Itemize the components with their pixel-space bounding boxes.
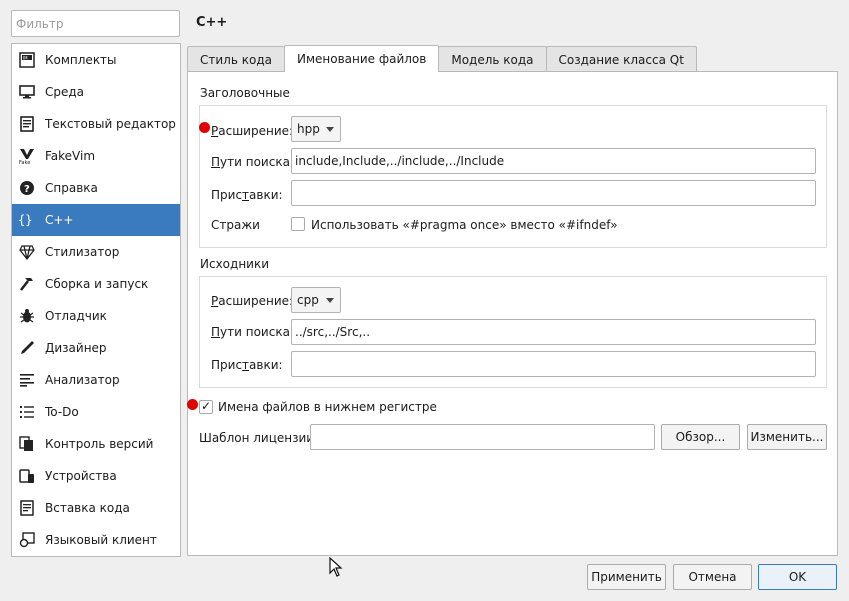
sidebar-item-label: Справка — [45, 181, 98, 195]
sidebar-item-label: Языковый клиент — [45, 533, 157, 547]
sources-extension-label: Расширение: — [211, 294, 294, 308]
svg-text:?: ? — [24, 184, 30, 195]
sidebar-item-debugger[interactable]: Отладчик — [12, 300, 180, 332]
sidebar-item-help[interactable]: ? Справка — [12, 172, 180, 204]
kits-icon: IM — [18, 51, 36, 69]
svg-text:Fake: Fake — [19, 160, 30, 165]
headers-guards-label: Стражи — [211, 218, 260, 232]
sidebar-item-build-run[interactable]: Сборка и запуск — [12, 268, 180, 300]
ok-button[interactable]: OK — [758, 564, 837, 590]
text-editor-icon — [18, 115, 36, 133]
sidebar-item-analyzer[interactable]: Анализатор — [12, 364, 180, 396]
sidebar-item-label: Дизайнер — [45, 341, 107, 355]
sidebar-item-fakevim[interactable]: Fake FakeVim — [12, 140, 180, 172]
chevron-down-icon — [326, 127, 334, 132]
language-client-icon — [18, 531, 36, 549]
devices-icon — [18, 467, 36, 485]
checkmark-icon: ✓ — [201, 399, 212, 413]
sidebar-item-label: Сборка и запуск — [45, 277, 149, 291]
page-title: C++ — [196, 15, 228, 30]
sidebar-item-language-client[interactable]: Языковый клиент — [12, 524, 180, 556]
headers-extension-combo[interactable]: hpp — [291, 116, 341, 142]
sources-prefixes-label: Приставки: — [211, 358, 283, 372]
file-naming-panel: Заголовочные Расширение: hpp Пути поиска… — [187, 71, 838, 556]
hammer-icon — [18, 275, 36, 293]
diamond-icon — [18, 243, 36, 261]
red-marker-dot — [199, 122, 210, 133]
sidebar-item-snippets[interactable]: Вставка кода — [12, 492, 180, 524]
headers-group: Расширение: hpp Пути поиска: Приставки: … — [199, 105, 827, 248]
snippet-icon — [18, 499, 36, 517]
sidebar-item-label: Устройства — [45, 469, 117, 483]
browse-button[interactable]: Обзор... — [661, 424, 740, 450]
filter-input[interactable] — [11, 10, 180, 37]
cancel-button[interactable]: Отмена — [673, 564, 752, 590]
license-template-label: Шаблон лицензии: — [199, 431, 319, 445]
sidebar-item-version-control[interactable]: Контроль версий — [12, 428, 180, 460]
sidebar-item-text-editor[interactable]: Текстовый редактор — [12, 108, 180, 140]
apply-button[interactable]: Применить — [587, 564, 666, 590]
sidebar-item-label: Контроль версий — [45, 437, 154, 451]
sources-group-title: Исходники — [200, 257, 270, 271]
red-marker-dot — [187, 399, 198, 410]
pen-icon — [18, 339, 36, 357]
sidebar-item-label: Вставка кода — [45, 501, 130, 515]
headers-search-paths-label: Пути поиска: — [211, 155, 294, 169]
tab-file-naming[interactable]: Именование файлов — [283, 45, 440, 72]
svg-text:{}: {} — [18, 213, 32, 227]
sidebar-item-label: C++ — [45, 213, 74, 227]
tab-qt-class-generation[interactable]: Создание класса Qt — [545, 46, 697, 72]
headers-extension-label: Расширение: — [211, 124, 294, 138]
edit-license-button[interactable]: Изменить... — [747, 424, 827, 450]
headers-extension-value: hpp — [297, 122, 320, 136]
sidebar-item-label: Текстовый редактор — [45, 117, 176, 131]
sidebar-item-beautifier[interactable]: Стилизатор — [12, 236, 180, 268]
sidebar-item-label: Комплекты — [45, 53, 117, 67]
tab-bar: Стиль кода Именование файлов Модель кода… — [187, 45, 697, 72]
sources-group: Расширение: cpp Пути поиска: Приставки: — [199, 276, 827, 388]
sources-search-paths-input[interactable] — [291, 319, 816, 345]
help-icon: ? — [18, 179, 36, 197]
pragma-once-checkbox[interactable] — [291, 217, 305, 231]
sidebar-item-label: FakeVim — [45, 149, 96, 163]
sidebar-item-label: Отладчик — [45, 309, 107, 323]
analyzer-icon — [18, 371, 36, 389]
sidebar-item-label: Среда — [45, 85, 85, 99]
tab-code-style[interactable]: Стиль кода — [187, 46, 285, 72]
lowercase-filenames-checkbox[interactable]: ✓ — [199, 399, 213, 414]
headers-search-paths-input[interactable] — [291, 148, 816, 174]
lowercase-filenames-label: Имена файлов в нижнем регистре — [218, 400, 437, 414]
headers-group-title: Заголовочные — [200, 86, 290, 100]
cpp-braces-icon: {} — [18, 211, 36, 229]
sidebar-item-todo[interactable]: To-Do — [12, 396, 180, 428]
monitor-icon — [18, 83, 36, 101]
bug-icon — [18, 307, 36, 325]
license-template-input[interactable] — [310, 424, 655, 450]
sources-prefixes-input[interactable] — [291, 351, 816, 377]
headers-prefixes-input[interactable] — [291, 180, 816, 206]
sidebar-item-designer[interactable]: Дизайнер — [12, 332, 180, 364]
sidebar-item-kits[interactable]: IM Комплекты — [12, 44, 180, 76]
chevron-down-icon — [326, 298, 334, 303]
sidebar-item-devices[interactable]: Устройства — [12, 460, 180, 492]
headers-prefixes-label: Приставки: — [211, 188, 283, 202]
settings-category-list: IM Комплекты Среда Текстовый редактор Fa… — [11, 43, 181, 557]
sidebar-item-environment[interactable]: Среда — [12, 76, 180, 108]
todo-list-icon — [18, 403, 36, 421]
sidebar-item-label: Стилизатор — [45, 245, 120, 259]
fakevim-icon: Fake — [18, 147, 36, 165]
tab-code-model[interactable]: Модель кода — [438, 46, 547, 72]
sources-extension-value: cpp — [297, 293, 319, 307]
mouse-cursor-icon — [329, 557, 343, 577]
sidebar-item-cpp[interactable]: {} C++ — [12, 204, 180, 236]
sources-extension-combo[interactable]: cpp — [291, 287, 341, 313]
sources-search-paths-label: Пути поиска: — [211, 325, 294, 339]
pragma-once-label: Использовать «#pragma once» вместо «#ifn… — [311, 218, 618, 232]
svg-text:IM: IM — [23, 56, 28, 61]
version-control-icon — [18, 435, 36, 453]
sidebar-item-label: To-Do — [45, 405, 79, 419]
sidebar-item-label: Анализатор — [45, 373, 120, 387]
